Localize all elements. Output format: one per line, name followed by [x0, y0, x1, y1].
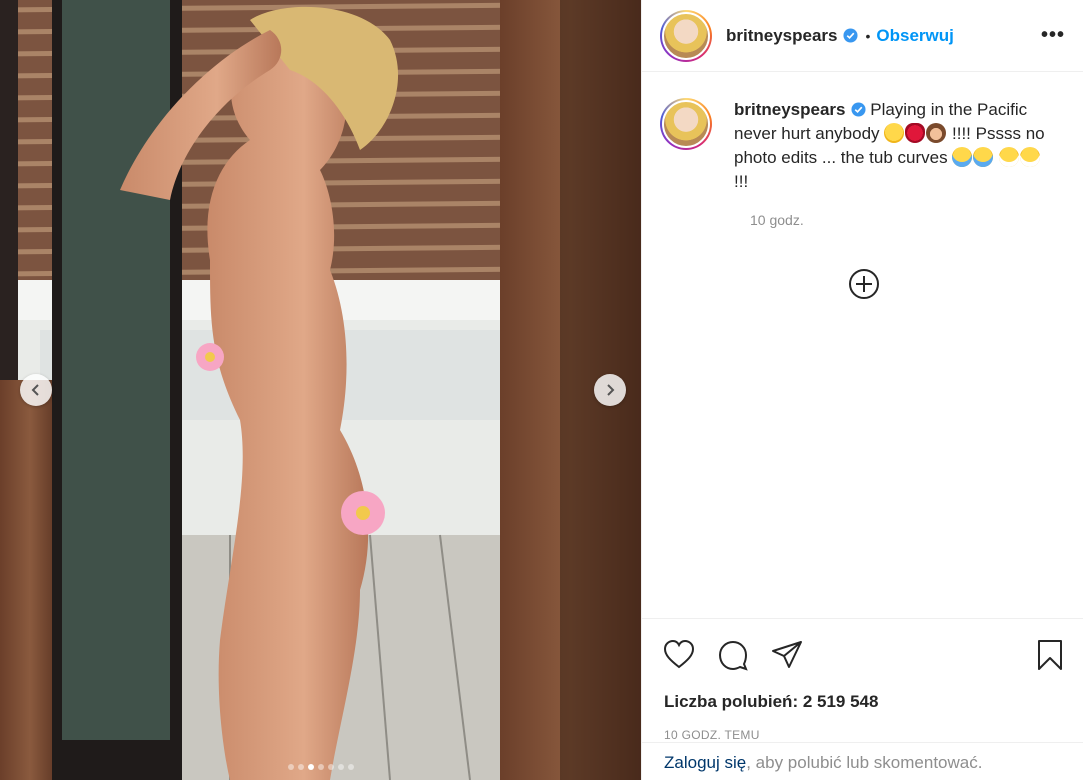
carousel-dot [297, 764, 304, 770]
verified-badge-icon [842, 28, 858, 43]
kiss-mark-icon [905, 123, 926, 143]
carousel-dot [307, 764, 314, 770]
next-slide-button[interactable] [594, 374, 626, 406]
grimacing-face-icon [1020, 147, 1041, 167]
post-side-panel: britneyspears • Obserwuj ••• britneyspea… [641, 0, 1083, 780]
chevron-right-icon [607, 384, 615, 396]
carousel-indicator [0, 764, 641, 770]
comments-section: britneyspears Playing in the Pacific nev… [642, 72, 1083, 618]
face-with-tears-of-joy-icon [973, 147, 994, 167]
post-media[interactable] [0, 0, 641, 780]
caption-timestamp[interactable]: 10 godz. [750, 212, 1065, 228]
follow-button[interactable]: Obserwuj [876, 26, 953, 46]
caption-username[interactable]: britneyspears [734, 100, 846, 119]
avatar-image [662, 100, 710, 148]
avatar[interactable] [660, 9, 712, 62]
see-no-evil-monkey-icon [926, 123, 947, 143]
flower-sticker [341, 491, 385, 535]
bookmark-icon[interactable] [1033, 638, 1067, 672]
verified-badge-icon [850, 102, 866, 117]
post-photo [0, 0, 641, 780]
avatar[interactable] [660, 98, 712, 150]
flower-sticker [196, 343, 224, 371]
login-prompt-text: , aby polubić lub skomentować. [746, 753, 983, 772]
carousel-dot [347, 764, 354, 770]
carousel-dot [287, 764, 294, 770]
more-options-button[interactable]: ••• [1041, 24, 1065, 47]
carousel-dot [327, 764, 334, 770]
comment-icon[interactable] [716, 638, 750, 672]
grimacing-face-icon [999, 147, 1020, 167]
winking-face-icon [884, 123, 905, 143]
caption-body-3: !!! [734, 172, 749, 191]
login-link[interactable]: Zaloguj się [664, 753, 746, 772]
post-time-ago[interactable]: 10 GODZ. TEMU [642, 712, 1083, 742]
instagram-post: britneyspears • Obserwuj ••• britneyspea… [0, 0, 1083, 780]
carousel-dot [317, 764, 324, 770]
post-header: britneyspears • Obserwuj ••• [642, 0, 1083, 72]
chevron-left-icon [31, 384, 39, 396]
username-link[interactable]: britneyspears [726, 26, 838, 46]
load-more-comments-icon[interactable] [848, 268, 880, 300]
caption: britneyspears Playing in the Pacific nev… [660, 98, 1065, 194]
face-with-tears-of-joy-icon [952, 147, 973, 167]
carousel-dot [337, 764, 344, 770]
heart-icon[interactable] [662, 638, 696, 672]
separator: • [865, 27, 871, 44]
avatar-image [662, 11, 710, 60]
caption-text: britneyspears Playing in the Pacific nev… [734, 98, 1054, 194]
action-bar [642, 618, 1083, 690]
login-prompt: Zaloguj się, aby polubić lub skomentować… [642, 742, 1083, 780]
likes-count[interactable]: Liczba polubień: 2 519 548 [642, 690, 1083, 712]
previous-slide-button[interactable] [20, 374, 52, 406]
share-icon[interactable] [770, 638, 804, 672]
